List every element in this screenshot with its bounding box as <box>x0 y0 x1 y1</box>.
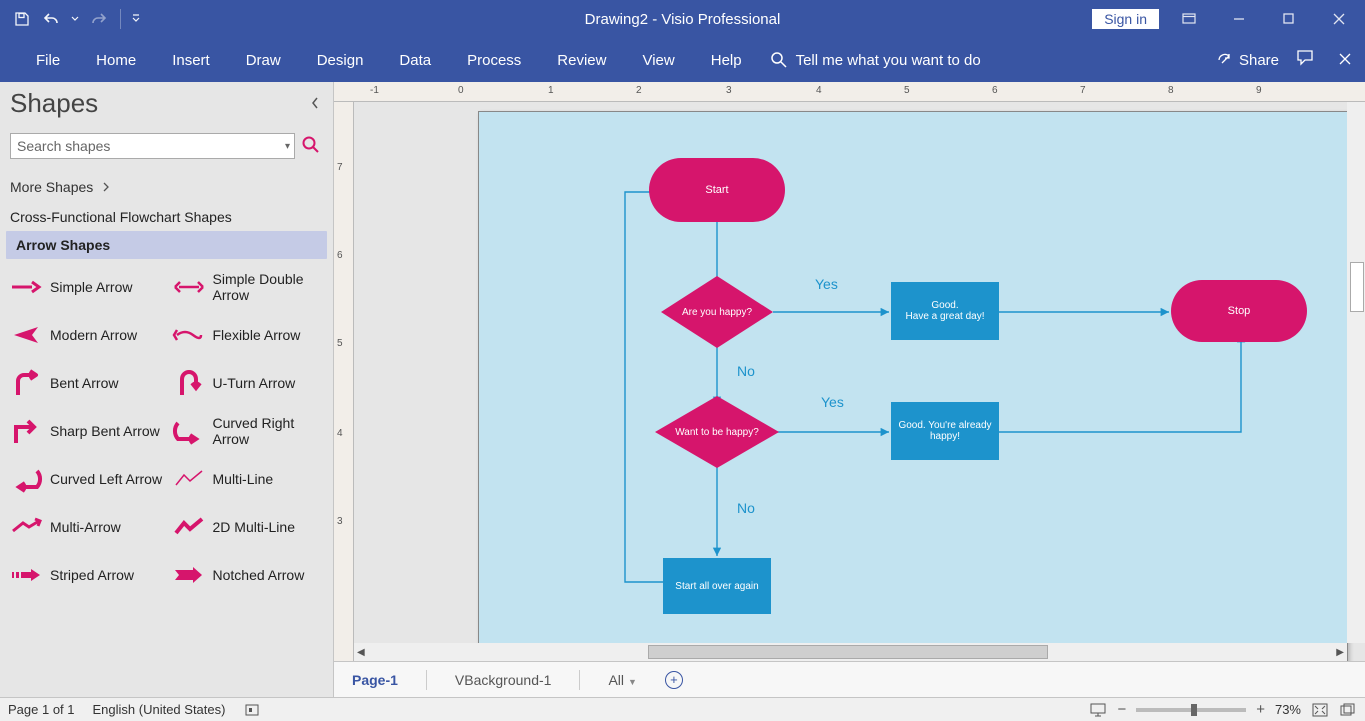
shape-bent-arrow[interactable]: Bent Arrow <box>4 361 167 405</box>
search-placeholder: Search shapes <box>17 138 110 154</box>
shape-sharp-bent-arrow[interactable]: Sharp Bent Arrow <box>4 409 167 453</box>
canvas-area: -1 0 1 2 3 4 5 6 7 8 9 7 6 5 4 3 <box>334 82 1365 697</box>
macro-recorder-icon[interactable] <box>243 701 261 719</box>
page-tab-page1[interactable]: Page-1 <box>352 672 398 688</box>
title-bar: Drawing2 - Visio Professional Sign in <box>0 0 1365 38</box>
ribbon-display-options-icon[interactable] <box>1169 0 1209 38</box>
comments-icon[interactable] <box>1297 50 1315 70</box>
share-label: Share <box>1239 52 1279 69</box>
collapse-pane-icon[interactable] <box>305 92 325 116</box>
tab-home[interactable]: Home <box>78 38 154 82</box>
tab-separator <box>579 670 580 690</box>
ruler-vertical[interactable]: 7 6 5 4 3 <box>334 102 354 661</box>
fit-page-icon[interactable] <box>1311 701 1329 719</box>
close-icon[interactable] <box>1319 0 1359 38</box>
zoom-out-button[interactable]: − <box>1117 701 1126 718</box>
shapes-grid: Simple Arrow Simple Double Arrow Modern … <box>0 259 333 603</box>
quick-access-toolbar <box>0 7 141 31</box>
label-yes-1: Yes <box>815 276 838 292</box>
node-start[interactable]: Start <box>649 158 785 222</box>
tab-review[interactable]: Review <box>539 38 624 82</box>
shape-flexible-arrow[interactable]: Flexible Arrow <box>167 313 330 357</box>
shape-curved-left-arrow[interactable]: Curved Left Arrow <box>4 457 167 501</box>
tab-file[interactable]: File <box>18 38 78 82</box>
tab-data[interactable]: Data <box>381 38 449 82</box>
page-tabs: Page-1 VBackground-1 All▼ + <box>334 661 1365 697</box>
category-arrow-shapes[interactable]: Arrow Shapes <box>6 231 327 259</box>
node-stop[interactable]: Stop <box>1171 280 1307 342</box>
shape-striped-arrow[interactable]: Striped Arrow <box>4 553 167 597</box>
save-icon[interactable] <box>10 7 34 31</box>
zoom-slider[interactable] <box>1136 708 1246 712</box>
ruler-horizontal[interactable]: -1 0 1 2 3 4 5 6 7 8 9 <box>334 82 1365 102</box>
status-page[interactable]: Page 1 of 1 <box>8 702 75 717</box>
shapes-pane-title: Shapes <box>10 88 98 119</box>
search-dropdown-icon[interactable]: ▾ <box>285 141 290 152</box>
shape-curved-right-arrow[interactable]: Curved Right Arrow <box>167 409 330 453</box>
node-good-day[interactable]: Good. Have a great day! <box>891 282 999 340</box>
shape-simple-double-arrow[interactable]: Simple Double Arrow <box>167 265 330 309</box>
page-tab-all[interactable]: All▼ <box>608 672 636 688</box>
shape-notched-arrow[interactable]: Notched Arrow <box>167 553 330 597</box>
add-page-button[interactable]: + <box>665 671 683 689</box>
chevron-right-icon <box>103 182 109 192</box>
tab-separator <box>426 670 427 690</box>
redo-icon[interactable] <box>86 7 110 31</box>
maximize-icon[interactable] <box>1269 0 1309 38</box>
label-yes-2: Yes <box>821 394 844 410</box>
status-bar: Page 1 of 1 English (United States) − + … <box>0 697 1365 721</box>
tab-view[interactable]: View <box>624 38 692 82</box>
main: Shapes Search shapes ▾ More Shapes Cross… <box>0 82 1365 697</box>
share-icon <box>1217 52 1233 68</box>
label-no-1: No <box>737 363 755 379</box>
shape-modern-arrow[interactable]: Modern Arrow <box>4 313 167 357</box>
horizontal-scrollbar[interactable]: ◀ ▶ <box>354 643 1347 661</box>
search-shapes-input[interactable]: Search shapes ▾ <box>10 133 295 159</box>
qat-customize-icon[interactable] <box>131 7 141 31</box>
more-shapes[interactable]: More Shapes <box>0 165 333 203</box>
node-are-you-happy[interactable]: Are you happy? <box>661 276 773 348</box>
tab-help[interactable]: Help <box>693 38 760 82</box>
qat-separator <box>120 9 121 29</box>
node-start-over[interactable]: Start all over again <box>663 558 771 614</box>
vertical-scrollbar[interactable] <box>1347 102 1365 643</box>
page-tab-vbackground[interactable]: VBackground-1 <box>455 672 552 688</box>
tell-me-label: Tell me what you want to do <box>796 52 981 69</box>
sign-in-button[interactable]: Sign in <box>1092 9 1159 29</box>
minimize-icon[interactable] <box>1219 0 1259 38</box>
search-icon <box>770 51 788 69</box>
drawing-page[interactable]: Start Are you happy? Yes No Good. Have a… <box>478 111 1348 661</box>
shapes-pane: Shapes Search shapes ▾ More Shapes Cross… <box>0 82 334 697</box>
tab-insert[interactable]: Insert <box>154 38 228 82</box>
tab-design[interactable]: Design <box>299 38 382 82</box>
status-language[interactable]: English (United States) <box>93 702 226 717</box>
more-shapes-label: More Shapes <box>10 179 93 195</box>
shape-2d-multi-line[interactable]: 2D Multi-Line <box>167 505 330 549</box>
shape-multi-line[interactable]: Multi-Line <box>167 457 330 501</box>
switch-windows-icon[interactable] <box>1339 701 1357 719</box>
tab-process[interactable]: Process <box>449 38 539 82</box>
node-want-happy[interactable]: Want to be happy? <box>655 396 779 468</box>
shape-simple-arrow[interactable]: Simple Arrow <box>4 265 167 309</box>
shape-uturn-arrow[interactable]: U-Turn Arrow <box>167 361 330 405</box>
category-cross-functional[interactable]: Cross-Functional Flowchart Shapes <box>0 203 333 231</box>
close-document-icon[interactable] <box>1333 52 1357 69</box>
canvas[interactable]: Start Are you happy? Yes No Good. Have a… <box>354 102 1365 661</box>
tab-draw[interactable]: Draw <box>228 38 299 82</box>
presentation-mode-icon[interactable] <box>1089 701 1107 719</box>
label-no-2: No <box>737 500 755 516</box>
search-icon[interactable] <box>301 135 323 157</box>
tell-me[interactable]: Tell me what you want to do <box>770 51 981 69</box>
node-already-happy[interactable]: Good. You're already happy! <box>891 402 999 460</box>
ribbon: File Home Insert Draw Design Data Proces… <box>0 38 1365 82</box>
document-title: Drawing2 - Visio Professional <box>585 11 781 28</box>
title-bar-right: Sign in <box>1092 0 1365 38</box>
connectors <box>479 112 1349 661</box>
share-button[interactable]: Share <box>1217 52 1279 69</box>
undo-icon[interactable] <box>40 7 64 31</box>
zoom-level[interactable]: 73% <box>1275 702 1301 717</box>
zoom-in-button[interactable]: + <box>1256 701 1265 718</box>
undo-dropdown-icon[interactable] <box>70 7 80 31</box>
shape-multi-arrow[interactable]: Multi-Arrow <box>4 505 167 549</box>
